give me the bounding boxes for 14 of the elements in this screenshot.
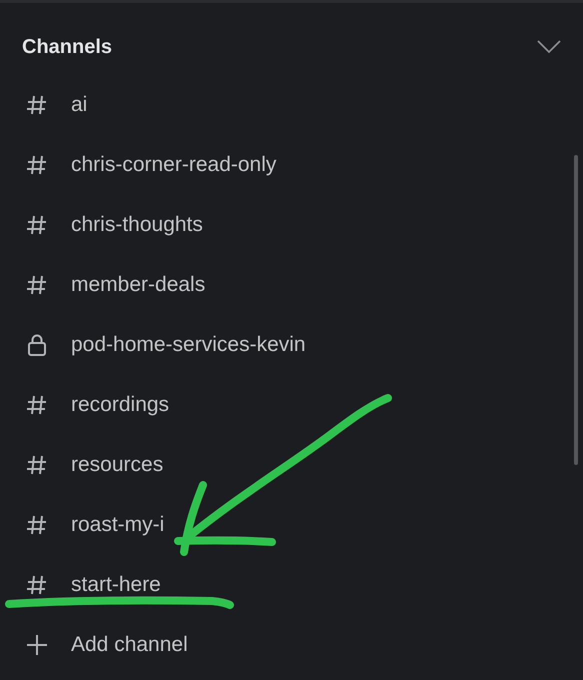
channel-name[interactable]: start-here <box>71 569 161 601</box>
channel-name[interactable]: pod-home-services-kevin <box>71 329 306 361</box>
scrollbar-thumb[interactable] <box>574 155 578 465</box>
plus-icon <box>24 632 50 658</box>
channel-name[interactable]: recordings <box>71 389 170 421</box>
channel-name[interactable]: resources <box>71 449 164 481</box>
channel-name[interactable]: chris-thoughts <box>71 209 203 241</box>
channel-name[interactable]: roast-my-i <box>71 509 164 541</box>
channel-name[interactable]: ai <box>71 89 88 121</box>
channel-name[interactable]: chris-corner-read-only <box>71 149 276 181</box>
section-title[interactable]: Channels <box>22 32 112 62</box>
add-channel-link[interactable]: Add channel <box>71 629 188 661</box>
chevron-icon[interactable] <box>537 40 561 54</box>
channel-name[interactable]: member-deals <box>71 269 206 301</box>
